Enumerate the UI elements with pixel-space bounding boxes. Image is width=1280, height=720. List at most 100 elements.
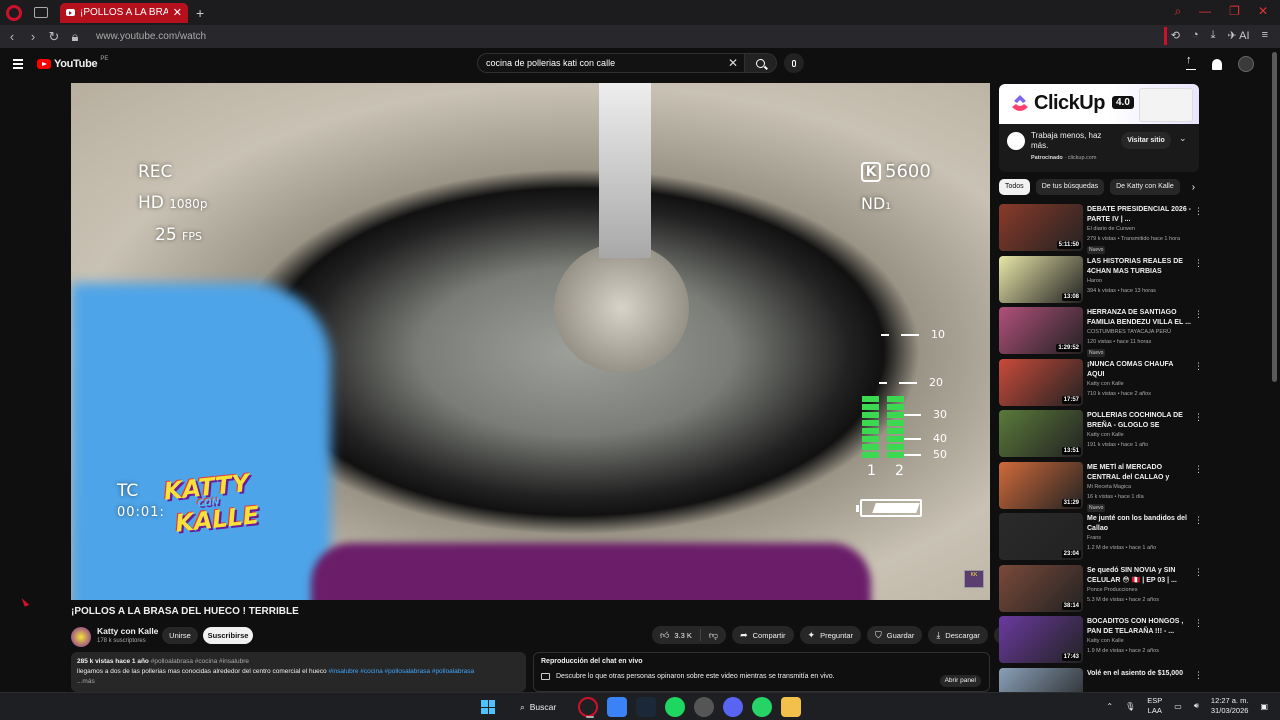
recommendation-menu-icon[interactable]: ⋮ <box>1194 258 1203 269</box>
recommendation-thumbnail[interactable]: 31:29 <box>999 461 1083 509</box>
recommendation-menu-icon[interactable]: ⋮ <box>1194 464 1203 475</box>
tray-network-icon[interactable]: ▭ <box>1174 702 1182 711</box>
recommendation-menu-icon[interactable]: ⋮ <box>1194 618 1203 629</box>
hamburger-menu-icon[interactable] <box>13 59 23 71</box>
recommendation-menu-icon[interactable]: ⋮ <box>1194 412 1203 423</box>
ai-button[interactable]: ✈ AI <box>1228 29 1250 42</box>
ad-banner[interactable]: ClickUp 4.0 <box>999 84 1199 124</box>
description-tags-inline[interactable]: #insalubre #cocina #pollosalabrasa #poll… <box>328 668 474 675</box>
recommendation-item[interactable]: 17:57 ¡NUNCA COMAS CHAUFA AQUI Katty con K… <box>999 358 1204 411</box>
description-tags-top[interactable]: #polloalabrasa #cocina #insalubre <box>151 658 249 665</box>
recommendation-thumbnail[interactable]: 1:29:52 <box>999 307 1083 354</box>
chip-all[interactable]: Todos <box>999 179 1030 195</box>
youtube-logo[interactable]: YouTube PE <box>37 56 108 70</box>
recommendation-title[interactable]: Me junté con los bandidos del Callao <box>1087 514 1191 534</box>
notifications-bell-icon[interactable] <box>1212 58 1222 70</box>
subscribe-button[interactable]: Suscribirse <box>203 627 253 644</box>
ask-button[interactable]: ✦ Preguntar <box>799 626 862 644</box>
close-window-icon[interactable]: ✕ <box>1258 4 1268 19</box>
recommendation-menu-icon[interactable]: ⋮ <box>1194 206 1203 217</box>
download-button[interactable]: ⤓ Descargar <box>928 626 988 644</box>
share-button[interactable]: ➦ Compartir <box>732 626 794 644</box>
description-box[interactable]: 285 k vistas hace 1 año #polloalabrasa #… <box>71 652 526 692</box>
save-button[interactable]: ⛉ Guardar <box>867 626 923 644</box>
recommendation-thumbnail[interactable]: 38:14 <box>999 564 1083 612</box>
download-icon[interactable]: ⤓ <box>1211 29 1216 42</box>
spotify-taskbar-icon[interactable] <box>665 697 685 717</box>
tab-close-icon[interactable]: ✕ <box>173 6 182 19</box>
github-taskbar-icon[interactable] <box>694 697 714 717</box>
description-more[interactable]: ...más <box>77 677 520 687</box>
upload-icon[interactable] <box>1186 54 1196 70</box>
recommendation-thumbnail[interactable]: 17:43 <box>999 616 1083 663</box>
opera-logo-icon[interactable] <box>6 4 22 21</box>
chip-from-channel[interactable]: De Katty con Kalle <box>1110 179 1180 195</box>
input-language[interactable]: ESP LAA <box>1147 696 1162 716</box>
open-panel-button[interactable]: Abrir panel <box>939 675 981 687</box>
search-tabs-icon[interactable]: ⌕ <box>1174 4 1181 19</box>
recommendation-menu-icon[interactable]: ⋮ <box>1194 670 1203 681</box>
maximize-icon[interactable]: ❐ <box>1229 4 1240 19</box>
recommendation-title[interactable]: HERRANZA DE SANTIAGO FAMILIA BENDEZU VIL… <box>1087 308 1191 328</box>
recommendation-thumbnail[interactable]: 13:51 <box>999 410 1083 457</box>
tray-mic-icon[interactable]: 🎙︎ <box>1125 702 1135 711</box>
chips-next-chevron-icon[interactable]: › <box>1192 182 1195 193</box>
sponsored-ad[interactable]: ClickUp 4.0 Trabaja menos, haz más. Patr… <box>999 84 1199 172</box>
app-taskbar-icon[interactable] <box>607 697 627 717</box>
whatsapp-taskbar-icon[interactable] <box>752 697 772 717</box>
recommendation-item[interactable]: 1:29:52 HERRANZA DE SANTIAGO FAMILIA BEND… <box>999 307 1204 359</box>
discord-taskbar-icon[interactable] <box>723 697 743 717</box>
recommendation-item[interactable]: 5:11:50 DEBATE PRESIDENCIAL 2026 - PARTE … <box>999 204 1204 256</box>
channel-watermark[interactable]: KK <box>964 570 984 588</box>
file-explorer-taskbar-icon[interactable] <box>781 697 801 717</box>
new-tab-icon[interactable]: + <box>196 5 204 21</box>
browser-menu-icon[interactable]: ≡ <box>1262 29 1268 42</box>
clear-search-icon[interactable]: ✕ <box>728 56 738 70</box>
recommendation-menu-icon[interactable]: ⋮ <box>1194 361 1203 372</box>
recommendation-item[interactable]: 17:43 BOCADITOS CON HONGOS , PAN DE TELAR… <box>999 616 1204 668</box>
account-avatar[interactable] <box>1238 56 1254 72</box>
recommendation-item[interactable]: 31:29 ME METÍ al MERCADO CENTRAL del CALL… <box>999 461 1204 514</box>
taskbar-search[interactable]: ⌕ Buscar <box>512 697 568 717</box>
recommendation-thumbnail[interactable]: 17:57 <box>999 358 1083 406</box>
join-button[interactable]: Unirse <box>162 627 198 644</box>
recommendation-title[interactable]: ME METÍ al MERCADO CENTRAL del CALLAO y … <box>1087 463 1191 483</box>
tab-islands-icon[interactable] <box>34 7 48 18</box>
video-player[interactable]: REC HD 1080p 25 FPS K 5600 ND1 10 20 30 4… <box>71 83 990 600</box>
search-input[interactable]: cocina de pollerias kati con calle ✕ <box>477 53 745 73</box>
recommendation-item[interactable]: 23:04 Me junté con los bandidos del Calla… <box>999 513 1204 565</box>
recommendation-title[interactable]: DEBATE PRESIDENCIAL 2026 - PARTE IV | ..… <box>1087 205 1191 225</box>
page-scrollbar[interactable] <box>1272 52 1277 382</box>
recommendation-title[interactable]: BOCADITOS CON HONGOS , PAN DE TELARAÑA !… <box>1087 617 1191 637</box>
voice-search-button[interactable] <box>784 53 804 73</box>
back-icon[interactable]: ‹ <box>3 29 21 44</box>
taskbar-clock[interactable]: 12:27 a. m. 31/03/2026 <box>1211 696 1249 716</box>
recommendation-title[interactable]: POLLERIAS COCHINOLA DE BREÑA - GLOGLO SE… <box>1087 411 1191 431</box>
recommendation-title[interactable]: ¡NUNCA COMAS CHAUFA AQUI <box>1087 360 1191 380</box>
recommendation-thumbnail[interactable]: 23:04 <box>999 513 1083 560</box>
ad-expand-chevron-icon[interactable]: ⌄ <box>1179 133 1187 144</box>
tray-volume-icon[interactable]: 🔊︎ <box>1194 701 1199 711</box>
recommendation-title[interactable]: Volé en el asiento de $15,000 <box>1087 669 1191 679</box>
url-field[interactable]: www.youtube.com/watch <box>96 31 206 42</box>
browser-tab-active[interactable]: ¡POLLOS A LA BRASA DEL ✕ <box>60 2 188 23</box>
profile-icon[interactable]: ◔ <box>1192 29 1199 42</box>
visit-site-button[interactable]: Visitar sitio <box>1121 132 1171 149</box>
channel-name[interactable]: Katty con Kalle <box>97 626 158 636</box>
opera-taskbar-icon[interactable] <box>578 697 598 718</box>
recommendation-item[interactable]: 13:51 POLLERIAS COCHINOLA DE BREÑA - GLOG… <box>999 410 1204 462</box>
recommendation-title[interactable]: Se quedó SIN NOVIA y SIN CELULAR 😳 🇵🇪 | … <box>1087 566 1191 586</box>
recommendation-title[interactable]: LAS HISTORIAS REALES DE 4CHAN MAS TURBIA… <box>1087 257 1191 277</box>
recommendation-menu-icon[interactable]: ⋮ <box>1194 309 1203 320</box>
recommendation-menu-icon[interactable]: ⋮ <box>1194 567 1203 578</box>
channel-avatar[interactable] <box>71 627 91 647</box>
recommendation-thumbnail[interactable]: 5:11:50 <box>999 204 1083 251</box>
minimize-icon[interactable]: — <box>1199 4 1211 19</box>
tray-chevron-icon[interactable]: ⌃ <box>1106 702 1113 711</box>
reload-icon[interactable]: ↻ <box>45 29 63 45</box>
recommendation-item[interactable]: 38:14 Se quedó SIN NOVIA y SIN CELULAR 😳 … <box>999 564 1204 617</box>
recommendation-item[interactable]: 13:08 LAS HISTORIAS REALES DE 4CHAN MAS T… <box>999 255 1204 308</box>
search-button[interactable] <box>745 53 777 73</box>
steam-taskbar-icon[interactable] <box>636 697 656 717</box>
like-button[interactable]: 👍︎ 3.3 K <box>652 626 700 644</box>
